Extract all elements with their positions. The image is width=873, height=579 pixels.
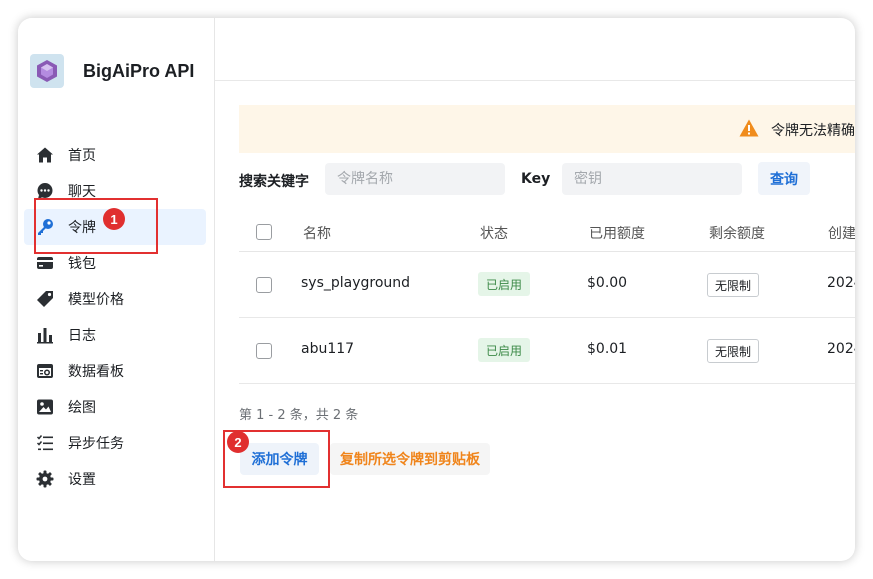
pagination-summary: 第 1 - 2 条，共 2 条 — [239, 408, 359, 423]
table-row[interactable]: abu117 已启用 $0.01 无限制 2024 — [239, 318, 855, 384]
price-tag-icon — [36, 290, 54, 308]
status-badge: 已启用 — [478, 338, 531, 362]
sidebar-nav: 首页 聊天 令牌 钱包 模型价格 日志 数据看板 绘图 异步任务 设置 — [24, 137, 206, 497]
copy-selected-tokens-button[interactable]: 复制所选令牌到剪贴板 — [330, 443, 490, 475]
remaining-quota-badge: 无限制 — [707, 273, 760, 297]
row-checkbox[interactable] — [256, 277, 272, 293]
warning-icon — [739, 119, 759, 141]
status-badge: 已启用 — [478, 272, 531, 296]
column-header-used: 已用额度 — [589, 226, 645, 242]
sidebar-item-model-price[interactable]: 模型价格 — [24, 281, 206, 317]
sidebar-item-label: 日志 — [68, 328, 96, 344]
image-icon — [36, 398, 54, 416]
token-name: abu117 — [301, 341, 355, 357]
app-window: BigAiPro API 首页 聊天 令牌 钱包 模型价格 日志 数据看板 绘图… — [18, 18, 855, 561]
search-keyword-label: 搜索关键字 — [239, 174, 309, 190]
step-badge-1: 1 — [103, 208, 125, 230]
column-header-name: 名称 — [303, 226, 331, 242]
dashboard-icon — [36, 362, 54, 380]
wallet-icon — [36, 254, 54, 272]
warning-banner: 令牌无法精确 — [239, 105, 855, 153]
query-button[interactable]: 查询 — [758, 162, 810, 195]
token-name: sys_playground — [301, 275, 411, 291]
sidebar-item-dashboard[interactable]: 数据看板 — [24, 353, 206, 389]
token-name-input[interactable] — [325, 163, 505, 195]
top-bar — [215, 18, 855, 81]
row-checkbox[interactable] — [256, 343, 272, 359]
token-table: 名称 状态 已用额度 剩余额度 创建 sys_playground 已启用 $0… — [239, 213, 855, 384]
sidebar: BigAiPro API 首页 聊天 令牌 钱包 模型价格 日志 数据看板 绘图… — [18, 18, 215, 561]
logo-icon — [30, 54, 64, 88]
table-header: 名称 状态 已用额度 剩余额度 创建 — [239, 213, 855, 252]
home-icon — [36, 146, 54, 164]
banner-text: 令牌无法精确 — [771, 123, 855, 139]
bar-chart-icon — [36, 326, 54, 344]
sidebar-item-label: 异步任务 — [68, 436, 124, 452]
sidebar-item-label: 首页 — [68, 148, 96, 164]
remaining-quota-badge: 无限制 — [707, 339, 760, 363]
sidebar-item-logs[interactable]: 日志 — [24, 317, 206, 353]
gear-icon — [36, 470, 54, 488]
brand-title: BigAiPro API — [83, 60, 195, 81]
sidebar-item-label: 设置 — [68, 472, 96, 488]
sidebar-item-async-tasks[interactable]: 异步任务 — [24, 425, 206, 461]
column-header-created: 创建 — [828, 226, 855, 242]
used-quota: $0.00 — [587, 275, 628, 291]
column-header-status: 状态 — [480, 226, 508, 242]
used-quota: $0.01 — [587, 341, 628, 357]
key-label: Key — [521, 171, 551, 187]
created-time: 2024 — [827, 341, 855, 357]
sidebar-item-label: 模型价格 — [68, 292, 124, 308]
table-row[interactable]: sys_playground 已启用 $0.00 无限制 2024 — [239, 252, 855, 318]
task-list-icon — [36, 434, 54, 452]
column-header-remaining: 剩余额度 — [709, 226, 765, 242]
select-all-checkbox[interactable] — [256, 224, 272, 240]
brand[interactable]: BigAiPro API — [30, 54, 194, 88]
sidebar-item-settings[interactable]: 设置 — [24, 461, 206, 497]
sidebar-item-label: 数据看板 — [68, 364, 124, 380]
sidebar-item-label: 钱包 — [68, 256, 96, 272]
sidebar-item-drawing[interactable]: 绘图 — [24, 389, 206, 425]
sidebar-item-label: 绘图 — [68, 400, 96, 416]
sidebar-item-home[interactable]: 首页 — [24, 137, 206, 173]
key-input[interactable] — [562, 163, 742, 195]
highlight-box-tokens — [34, 198, 158, 254]
created-time: 2024 — [827, 275, 855, 291]
step-badge-2: 2 — [227, 431, 249, 453]
